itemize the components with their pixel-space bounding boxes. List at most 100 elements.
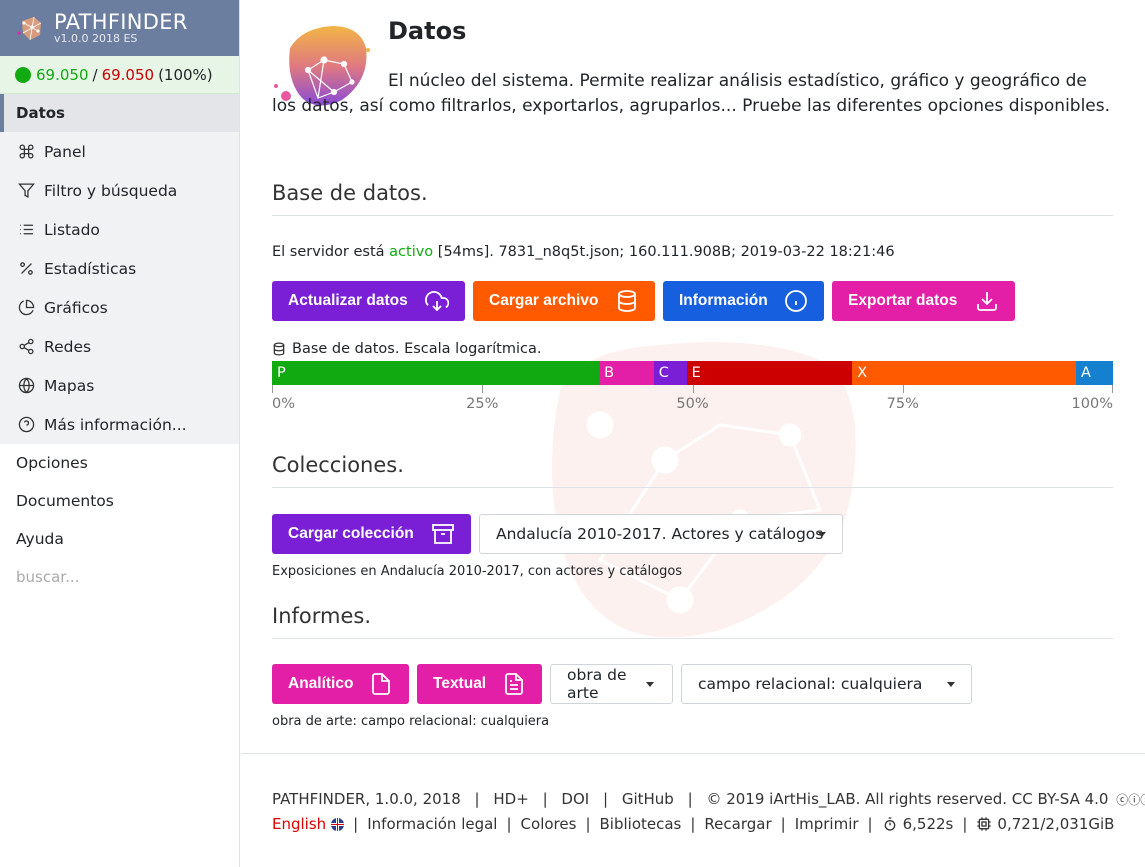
footer-link-legal[interactable]: Información legal [367, 815, 497, 833]
server-status-details: [54ms]. 7831_n8q5t.json; 160.111.908B; 2… [433, 244, 895, 260]
field-selected-value: campo relacional: cualquiera [698, 675, 923, 693]
sidebar-link-ayuda[interactable]: Ayuda [0, 520, 239, 558]
database-bar-axis: 0% 25% 50% 75% 100% [272, 385, 1113, 415]
database-bar-label: Base de datos. Escala logarítmica. [272, 341, 541, 357]
list-icon [20, 224, 33, 235]
search-input[interactable] [16, 568, 216, 586]
sidebar: PATHFINDER v1.0.0 2018 ES 69.050 / 69.05… [0, 0, 240, 867]
axis-tick [1112, 385, 1113, 393]
entity-selected-value: obra de arte [567, 666, 627, 702]
footer-link-libraries[interactable]: Bibliotecas [600, 815, 682, 833]
help-circle-icon [18, 416, 35, 433]
sidebar-item-label: Gráficos [44, 298, 108, 317]
sidebar-item-label: Mapas [44, 376, 95, 395]
footer-render-time: 6,522s [902, 815, 954, 833]
command-icon [19, 144, 34, 159]
language-link[interactable]: English [272, 815, 326, 833]
collections-heading: Colecciones. [272, 453, 1113, 488]
axis-tick-label: 100% [1071, 396, 1113, 412]
footer-line-2: English | Información legal | Colores | … [272, 815, 1115, 833]
load-file-button[interactable]: Cargar archivo [473, 281, 655, 321]
axis-tick [692, 385, 694, 393]
load-collection-button[interactable]: Cargar colección [272, 514, 471, 554]
status-online-icon [15, 66, 31, 83]
sidebar-item-label: Filtro y búsqueda [44, 181, 178, 200]
footer-link-github[interactable]: GitHub [622, 790, 674, 808]
status-bar: 69.050 / 69.050 (100%) [0, 56, 239, 94]
sidebar-item-estadisticas[interactable]: Estadísticas [0, 249, 239, 288]
sidebar-item-mapas[interactable]: Mapas [0, 366, 239, 405]
uk-flag-icon [331, 817, 345, 831]
collection-select[interactable]: Andalucía 2010-2017. Actores y catálogos [479, 514, 843, 554]
chevron-down-icon [646, 682, 654, 687]
sidebar-item-panel[interactable]: Panel [0, 132, 239, 171]
server-state: activo [389, 244, 434, 260]
filter-icon [18, 183, 35, 198]
status-percent: (100%) [158, 65, 213, 84]
entity-select[interactable]: obra de arte [550, 664, 673, 704]
archive-icon [432, 524, 454, 544]
sidebar-item-label: Estadísticas [44, 259, 137, 278]
share-icon [19, 338, 34, 355]
sidebar-link-opciones[interactable]: Opciones [0, 444, 239, 482]
status-total: 69.050 [101, 65, 155, 84]
info-icon [785, 290, 807, 312]
sidebar-item-label: Listado [44, 220, 100, 239]
bar-segment-a[interactable]: A [1075, 361, 1113, 385]
sidebar-item-label: Redes [44, 337, 92, 356]
sidebar-link-documentos[interactable]: Documentos [0, 482, 239, 520]
sidebar-item-label: Más información... [44, 415, 187, 434]
analytic-report-button[interactable]: Analítico [272, 664, 409, 704]
axis-tick [272, 385, 273, 393]
brand-header[interactable]: PATHFINDER v1.0.0 2018 ES [0, 0, 239, 56]
pie-chart-icon [18, 299, 35, 316]
sidebar-item-datos[interactable]: Datos [0, 94, 239, 132]
export-data-label: Exportar datos [848, 292, 958, 309]
export-data-button[interactable]: Exportar datos [832, 281, 1015, 321]
axis-tick [902, 385, 904, 393]
database-small-icon [273, 342, 285, 356]
update-data-button[interactable]: Actualizar datos [272, 281, 465, 321]
page-title: Datos [388, 17, 467, 45]
bar-segment-c[interactable]: C [653, 361, 687, 385]
axis-tick [482, 385, 484, 393]
sidebar-item-label: Panel [44, 142, 86, 161]
update-data-label: Actualizar datos [288, 292, 408, 309]
bar-segment-p[interactable]: P [272, 361, 600, 385]
database-bar-caption: Base de datos. Escala logarítmica. [292, 341, 542, 357]
bar-segment-b[interactable]: B [599, 361, 654, 385]
sidebar-subnav: Panel Filtro y búsqueda Listado Estadíst… [0, 132, 239, 444]
footer-link-hd[interactable]: HD+ [493, 790, 528, 808]
sidebar-item-filtro[interactable]: Filtro y búsqueda [0, 171, 239, 210]
relational-field-select[interactable]: campo relacional: cualquiera [681, 664, 972, 704]
information-button[interactable]: Información [663, 281, 824, 321]
sidebar-item-listado[interactable]: Listado [0, 210, 239, 249]
brand-version: v1.0.0 2018 ES [54, 32, 138, 45]
footer-link-print[interactable]: Imprimir [795, 815, 859, 833]
database-heading: Base de datos. [272, 181, 1113, 216]
server-status-line: El servidor está activo [54ms]. 7831_n8q… [272, 244, 895, 260]
bar-segment-e[interactable]: E [686, 361, 853, 385]
file-icon [372, 673, 390, 695]
axis-tick-label: 25% [466, 396, 499, 412]
cc-license-icon: ⓒⓘⓢ [1116, 793, 1145, 807]
footer-app-version: PATHFINDER, 1.0.0, 2018 [272, 790, 461, 808]
status-current: 69.050 [36, 65, 89, 84]
footer-link-doi[interactable]: DOI [561, 790, 589, 808]
sidebar-item-mas-informacion[interactable]: Más información... [0, 405, 239, 444]
server-status-prefix: El servidor está [272, 244, 390, 260]
database-icon [618, 290, 636, 312]
sidebar-item-graficos[interactable]: Gráficos [0, 288, 239, 327]
page-description: El núcleo del sistema. Permite realizar … [272, 71, 1111, 116]
footer-copyright: © 2019 iArtHis_LAB. All rights reserved.… [706, 790, 1109, 808]
footer-link-colors[interactable]: Colores [521, 815, 577, 833]
footer-link-reload[interactable]: Recargar [704, 815, 771, 833]
sidebar-item-redes[interactable]: Redes [0, 327, 239, 366]
download-icon [977, 292, 997, 311]
load-file-label: Cargar archivo [489, 292, 599, 309]
percent-icon [20, 262, 33, 275]
textual-report-button[interactable]: Textual [417, 664, 542, 704]
footer: PATHFINDER, 1.0.0, 2018 | HD+ | DOI | Gi… [241, 753, 1145, 867]
bar-segment-x[interactable]: X [852, 361, 1076, 385]
textual-report-label: Textual [433, 675, 487, 692]
